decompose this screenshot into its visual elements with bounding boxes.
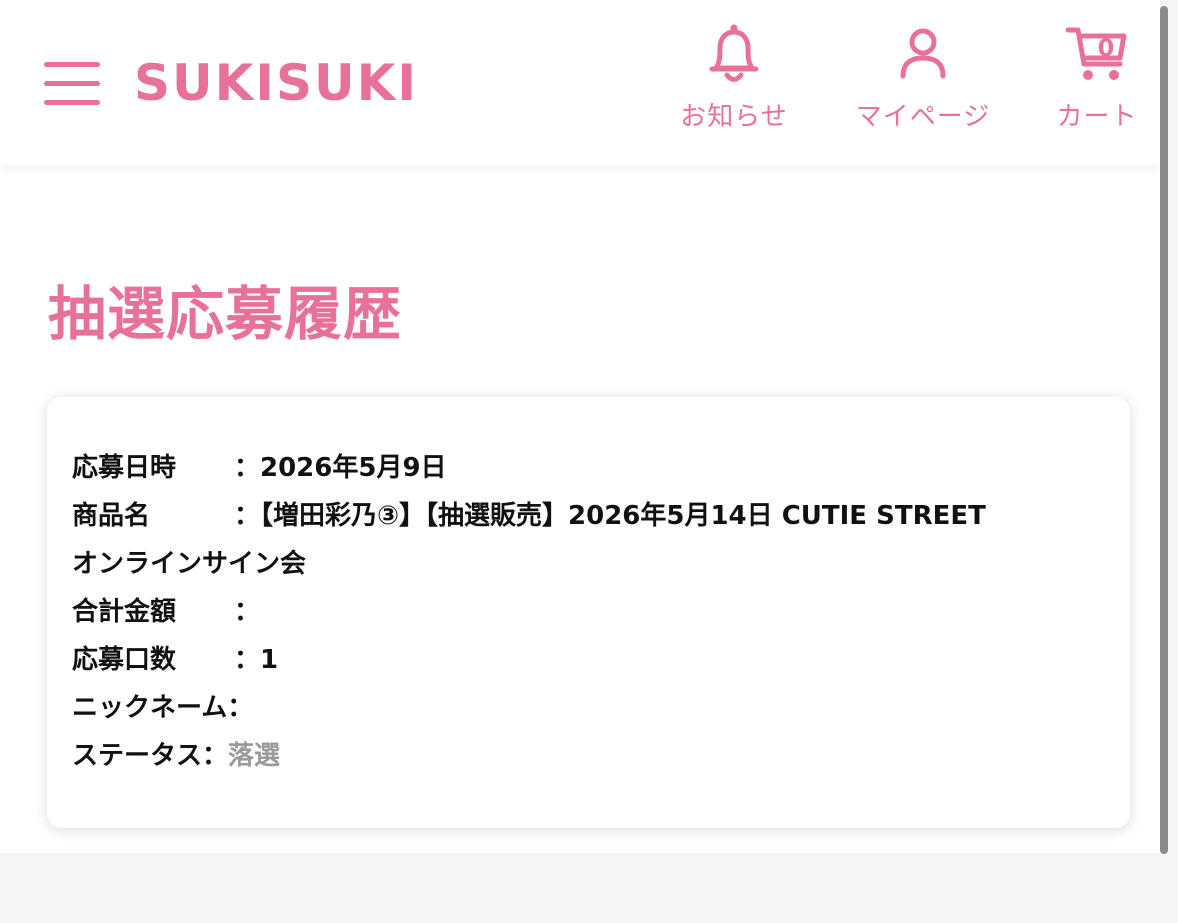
cart-icon-wrapper: 0 xyxy=(1064,22,1130,84)
product-name-row: 商品名 ：【増田彩乃③】【抽選販売】2026年5月14日 CUTIE STREET xyxy=(72,499,986,533)
status-label: ステータス： xyxy=(72,741,229,771)
status-row: ステータス：落選 xyxy=(72,739,280,773)
bell-icon xyxy=(709,24,759,82)
site-header: SUKISUKI お知らせ マイページ 0 カート xyxy=(0,0,1160,165)
total-amount-row: 合計金額 ： xyxy=(72,595,260,629)
hamburger-menu-button[interactable] xyxy=(44,60,102,108)
nickname-row: ニックネーム： xyxy=(72,691,253,725)
total-amount-label: 合計金額 xyxy=(72,597,177,627)
product-name-value: ：【増田彩乃③】【抽選販売】2026年5月14日 CUTIE STREET xyxy=(234,501,986,531)
nickname-label: ニックネーム： xyxy=(72,693,254,723)
entry-date-row: 応募日時 ：2026年5月9日 xyxy=(72,451,447,485)
nav-cart-label: カート xyxy=(1056,102,1138,132)
site-logo[interactable]: SUKISUKI xyxy=(134,58,418,108)
scrollbar[interactable] xyxy=(1160,6,1168,854)
product-name-label: 商品名 xyxy=(72,501,151,531)
user-icon xyxy=(900,28,946,79)
nav-mypage-label: マイページ xyxy=(855,102,991,132)
entry-count-value: ：1 xyxy=(234,645,279,675)
menu-line-icon xyxy=(44,81,100,86)
menu-line-icon xyxy=(44,100,100,105)
footer-area xyxy=(0,853,1178,923)
lottery-entry-card: 応募日時 ：2026年5月9日 商品名 ：【増田彩乃③】【抽選販売】2026年5月1… xyxy=(47,397,1130,828)
nav-notice-label: お知らせ xyxy=(680,102,788,132)
product-name-value-continued: オンラインサイン会 xyxy=(72,549,307,579)
entry-date-label: 応募日時 xyxy=(72,453,177,483)
page-title: 抽選応募履歴 xyxy=(48,280,403,348)
entry-date-value: ：2026年5月9日 xyxy=(234,453,447,483)
nav-notice-button[interactable]: お知らせ xyxy=(672,22,796,133)
nav-cart-button[interactable]: 0 カート xyxy=(1050,22,1144,133)
cart-count-badge: 0 xyxy=(1097,34,1115,62)
nav-mypage-button[interactable]: マイページ xyxy=(842,22,1004,133)
total-amount-value: ： xyxy=(234,597,261,627)
entry-count-row: 応募口数 ：1 xyxy=(72,643,278,677)
product-name-continued-row: オンラインサイン会 xyxy=(72,547,306,581)
entry-count-label: 応募口数 xyxy=(72,645,177,675)
menu-line-icon xyxy=(44,62,100,67)
status-value: 落選 xyxy=(228,741,281,771)
